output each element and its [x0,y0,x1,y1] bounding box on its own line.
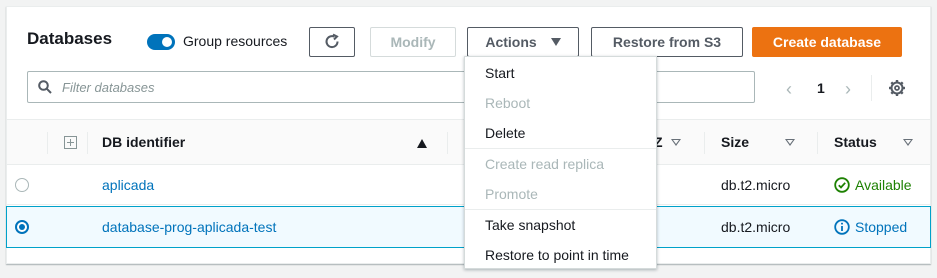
column-divider [447,132,448,154]
db-identifier-link[interactable]: aplicada [102,177,154,193]
column-header-db-identifier[interactable]: DB identifier [102,134,185,150]
restore-from-s3-button[interactable]: Restore from S3 [591,27,743,57]
menu-divider [465,209,656,210]
actions-button-label: Actions [485,34,537,50]
sort-ascending-icon[interactable] [417,139,427,148]
menu-divider [465,148,656,149]
column-header-status[interactable]: Status [834,134,877,150]
toggle-knob [162,37,172,47]
create-database-button[interactable]: Create database [752,27,902,57]
db-identifier-link[interactable]: database-prog-aplicada-test [102,219,276,235]
menu-item-take-snapshot[interactable]: Take snapshot [485,217,575,233]
current-page-number[interactable]: 1 [817,80,825,96]
modify-button[interactable]: Modify [370,27,456,57]
menu-item-create-read-replica[interactable]: Create read replica [485,156,604,172]
gear-icon[interactable] [888,79,906,97]
column-divider [817,132,818,154]
status-badge: Available [834,177,912,193]
actions-button[interactable]: Actions [467,27,579,57]
column-header-size[interactable]: Size [721,134,749,150]
expand-all-icon[interactable] [64,136,77,149]
column-divider [47,132,48,154]
page-title: Databases [27,29,113,48]
column-divider [704,132,705,154]
chevron-left-icon[interactable]: ‹ [786,79,792,100]
sort-icon[interactable] [671,139,681,146]
search-icon [38,80,52,94]
sort-icon[interactable] [785,139,795,146]
group-resources-toggle[interactable] [147,34,175,50]
menu-item-promote[interactable]: Promote [485,186,538,202]
db-size: db.t2.micro [721,219,791,235]
chevron-right-icon[interactable]: › [845,79,851,100]
column-divider [87,132,88,154]
row-radio[interactable] [15,178,29,192]
refresh-button[interactable] [309,27,355,57]
menu-item-restore-point-in-time[interactable]: Restore to point in time [485,247,629,263]
sort-icon[interactable] [903,139,913,146]
actions-dropdown-menu: Start Reboot Delete Create read replica … [464,56,657,269]
status-text: Available [855,177,912,193]
refresh-icon [325,33,339,49]
info-circle-icon [834,219,850,235]
db-size: db.t2.micro [721,177,791,193]
status-badge: Stopped [834,219,907,235]
check-circle-icon [834,177,850,193]
pager-divider [871,75,872,101]
group-resources-label: Group resources [183,33,288,49]
row-radio-selected[interactable] [15,220,29,234]
caret-down-icon [550,38,561,46]
menu-item-delete[interactable]: Delete [485,125,525,141]
menu-item-reboot[interactable]: Reboot [485,95,530,111]
menu-item-start[interactable]: Start [485,65,515,81]
status-text: Stopped [855,219,908,235]
